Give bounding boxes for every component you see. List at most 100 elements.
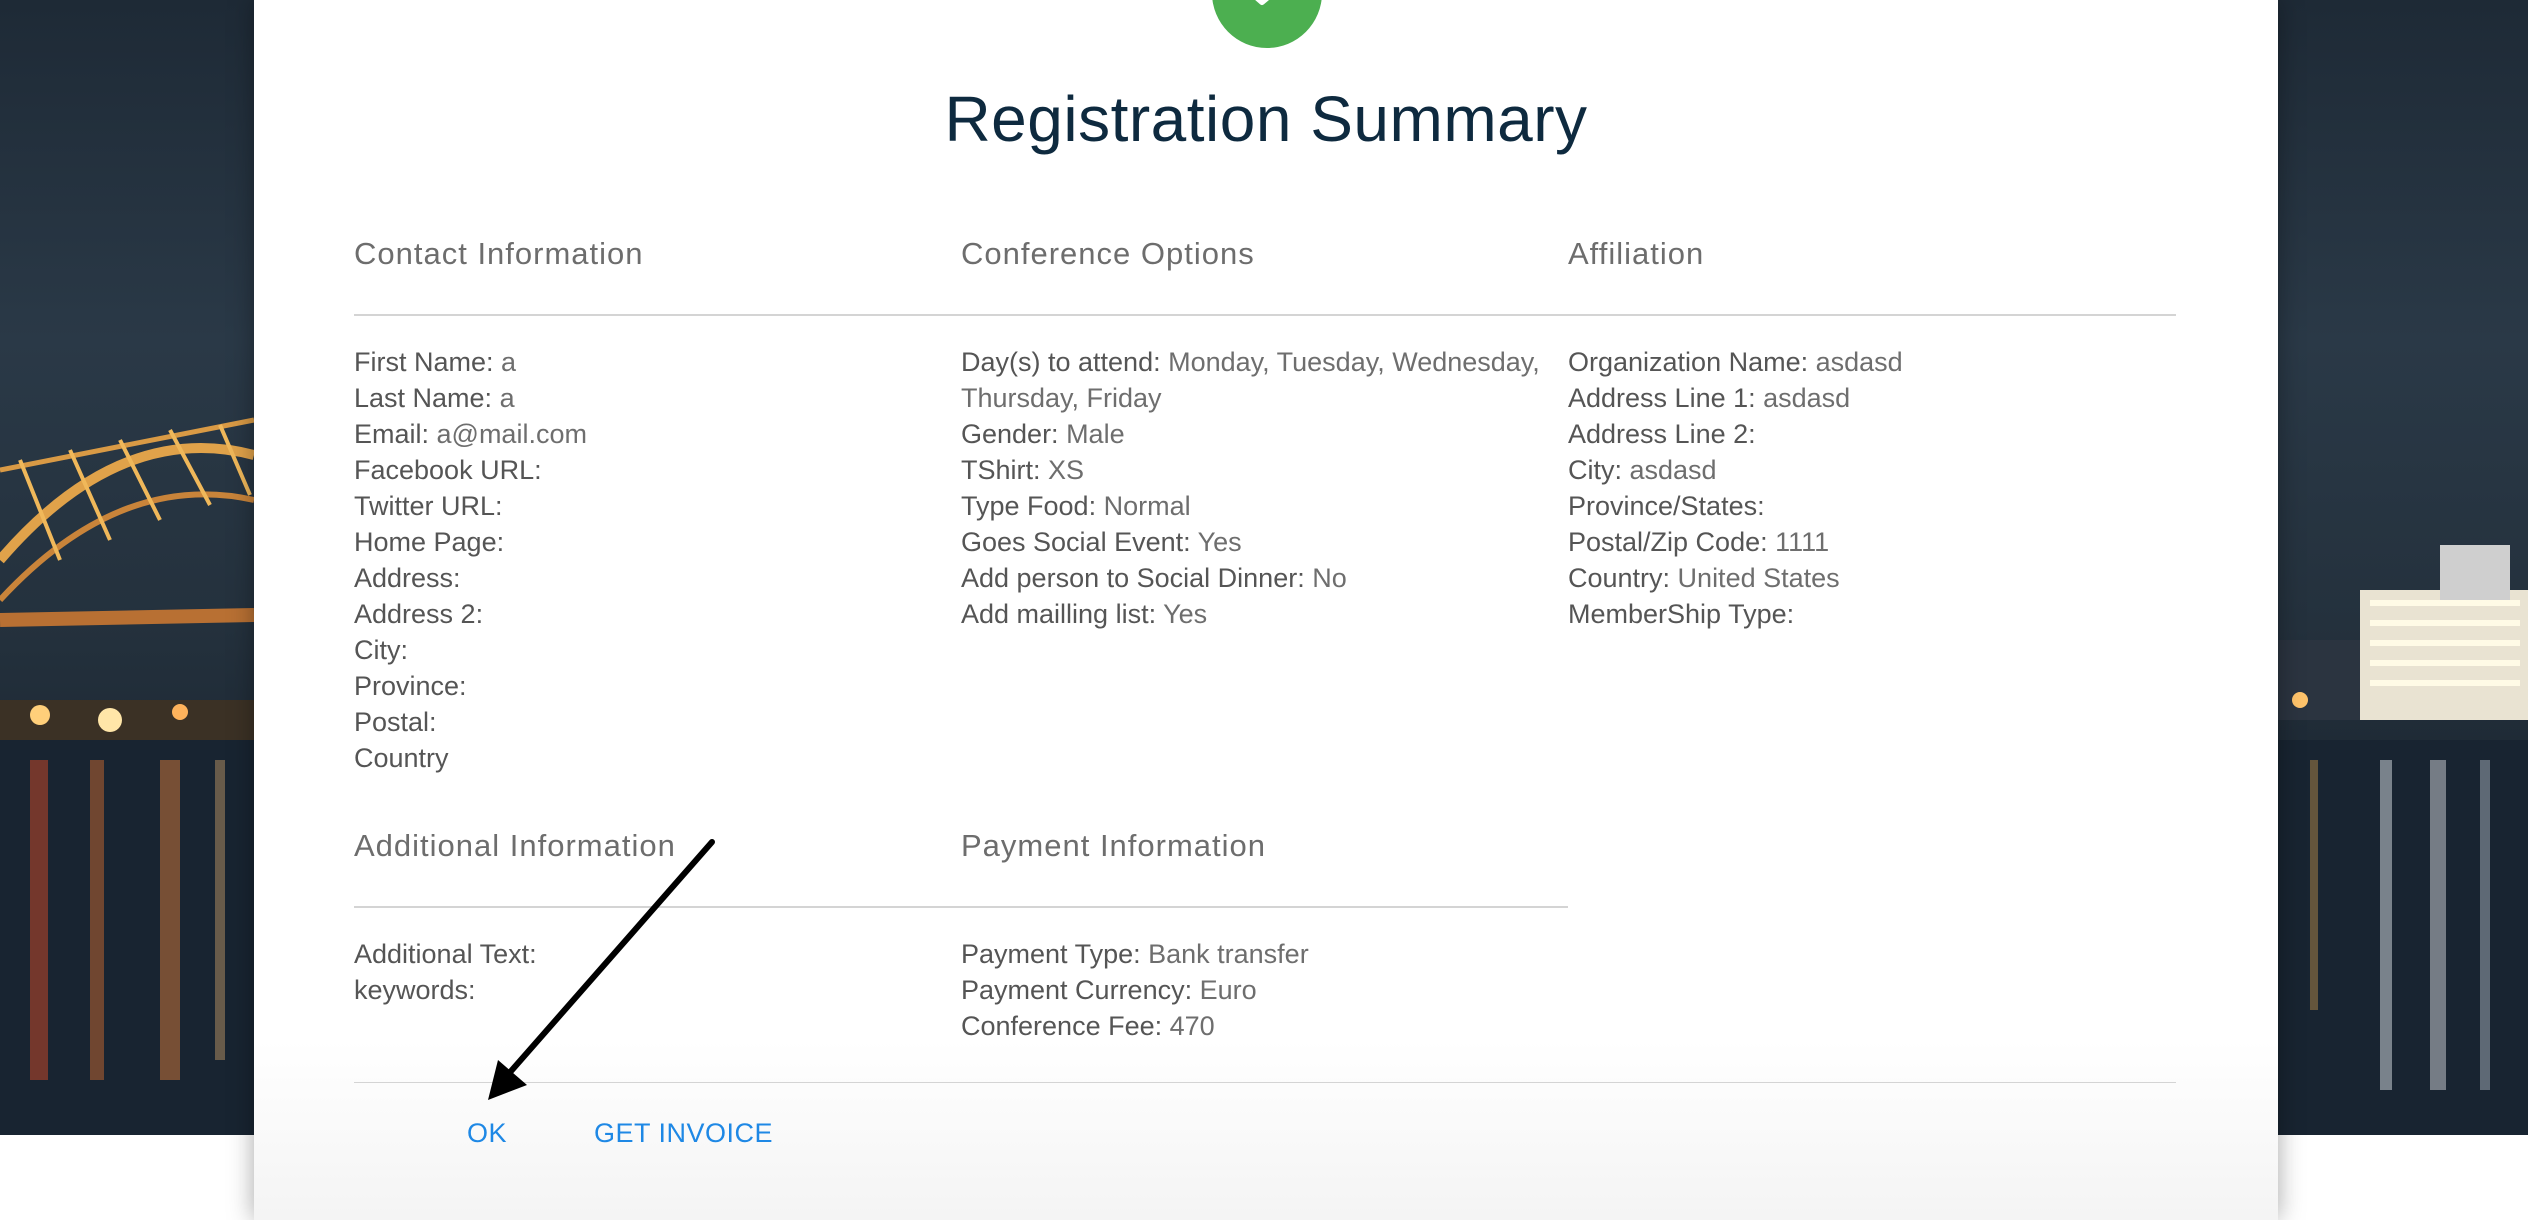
registration-summary-dialog: Registration Summary Contact Information…	[254, 0, 2278, 1220]
section-heading: Payment Information	[961, 828, 1267, 863]
dialog-title: Registration Summary	[944, 83, 1588, 155]
field-value: United States	[1670, 563, 1840, 593]
field-value: 1111	[1767, 527, 1830, 557]
field-value: No	[1304, 563, 1347, 593]
section-heading: Contact Information	[354, 236, 644, 271]
field-label: Add person to Social Dinner:	[961, 563, 1305, 593]
field-value: Yes	[1156, 599, 1208, 629]
field-label: Country	[354, 743, 449, 773]
field-additional-text: Additional Text:	[354, 936, 537, 972]
field-label: Payment Type:	[961, 939, 1141, 969]
field-value: a@mail.com	[429, 419, 587, 449]
field-address-line-2: Address Line 2:	[1568, 416, 1903, 452]
contact-field-list: First Name: a Last Name: a Email: a@mail…	[354, 344, 587, 776]
field-value: Male	[1058, 419, 1125, 449]
field-city: City:	[354, 632, 587, 668]
field-social-event: Goes Social Event: Yes	[961, 524, 1581, 560]
field-conference-fee: Conference Fee: 470	[961, 1008, 1309, 1044]
ok-button[interactable]: OK	[447, 1118, 527, 1149]
field-type-food: Type Food: Normal	[961, 488, 1581, 524]
field-value: 470	[1162, 1011, 1215, 1041]
field-label: Additional Text:	[354, 939, 537, 969]
field-payment-currency: Payment Currency: Euro	[961, 972, 1309, 1008]
field-postal-zip: Postal/Zip Code: 1111	[1568, 524, 1903, 560]
bottom-divider	[354, 1082, 2176, 1083]
field-label: Facebook URL:	[354, 455, 542, 485]
field-membership-type: MemberShip Type:	[1568, 596, 1903, 632]
field-tshirt: TShirt: XS	[961, 452, 1581, 488]
field-value: a	[493, 347, 517, 377]
field-label: Type Food:	[961, 491, 1097, 521]
field-address-line-1: Address Line 1: asdasd	[1568, 380, 1903, 416]
field-last-name: Last Name: a	[354, 380, 587, 416]
field-label: Province:	[354, 671, 467, 701]
middle-divider	[354, 906, 1568, 908]
field-label: Postal:	[354, 707, 437, 737]
field-value: Normal	[1096, 491, 1191, 521]
field-value: a	[492, 383, 515, 413]
field-postal: Postal:	[354, 704, 587, 740]
field-label: Home Page:	[354, 527, 505, 557]
affiliation-field-list: Organization Name: asdasd Address Line 1…	[1568, 344, 1903, 632]
field-label: Organization Name:	[1568, 347, 1809, 377]
field-label: Address:	[354, 563, 461, 593]
field-keywords: keywords:	[354, 972, 537, 1008]
field-label: Address Line 1:	[1568, 383, 1756, 413]
top-divider	[354, 314, 2176, 316]
field-first-name: First Name: a	[354, 344, 587, 380]
field-label: Postal/Zip Code:	[1568, 527, 1768, 557]
field-label: Country:	[1568, 563, 1671, 593]
success-badge	[1212, 0, 1322, 48]
field-payment-type: Payment Type: Bank transfer	[961, 936, 1309, 972]
field-label: Payment Currency:	[961, 975, 1193, 1005]
field-label: Day(s) to attend:	[961, 347, 1161, 377]
field-label: City:	[354, 635, 408, 665]
field-label: keywords:	[354, 975, 476, 1005]
field-social-dinner: Add person to Social Dinner: No	[961, 560, 1581, 596]
get-invoice-button[interactable]: GET INVOICE	[594, 1118, 773, 1149]
field-address: Address:	[354, 560, 587, 596]
field-label: TShirt:	[961, 455, 1041, 485]
field-email: Email: a@mail.com	[354, 416, 587, 452]
field-value: Bank transfer	[1140, 939, 1309, 969]
field-affiliation-city: City: asdasd	[1568, 452, 1903, 488]
field-label: Email:	[354, 419, 430, 449]
field-label: Conference Fee:	[961, 1011, 1163, 1041]
field-label: Twitter URL:	[354, 491, 503, 521]
field-province-states: Province/States:	[1568, 488, 1903, 524]
field-value: Yes	[1190, 527, 1242, 557]
field-label: Address 2:	[354, 599, 484, 629]
field-label: Last Name:	[354, 383, 493, 413]
field-label: Goes Social Event:	[961, 527, 1191, 557]
field-affiliation-country: Country: United States	[1568, 560, 1903, 596]
field-country: Country	[354, 740, 587, 776]
field-value: asdasd	[1808, 347, 1903, 377]
field-label: Province/States:	[1568, 491, 1765, 521]
section-heading: Additional Information	[354, 828, 676, 863]
check-icon	[1255, 0, 1270, 5]
field-province: Province:	[354, 668, 587, 704]
section-heading: Affiliation	[1568, 236, 1705, 271]
dialog-bottom-fade	[254, 1040, 2278, 1220]
field-label: MemberShip Type:	[1568, 599, 1795, 629]
field-home-page: Home Page:	[354, 524, 587, 560]
field-address-2: Address 2:	[354, 596, 587, 632]
field-days-to-attend: Day(s) to attend: Monday, Tuesday, Wedne…	[961, 344, 1581, 416]
conference-field-list: Day(s) to attend: Monday, Tuesday, Wedne…	[961, 344, 1581, 632]
field-mailing-list: Add mailling list: Yes	[961, 596, 1581, 632]
field-label: City:	[1568, 455, 1622, 485]
field-facebook-url: Facebook URL:	[354, 452, 587, 488]
field-label: Add mailling list:	[961, 599, 1157, 629]
field-label: Gender:	[961, 419, 1059, 449]
field-twitter-url: Twitter URL:	[354, 488, 587, 524]
field-value: XS	[1040, 455, 1085, 485]
field-organization-name: Organization Name: asdasd	[1568, 344, 1903, 380]
field-value: asdasd	[1622, 455, 1717, 485]
payment-field-list: Payment Type: Bank transfer Payment Curr…	[961, 936, 1309, 1044]
section-heading: Conference Options	[961, 236, 1255, 271]
field-gender: Gender: Male	[961, 416, 1581, 452]
field-label: Address Line 2:	[1568, 419, 1756, 449]
field-value: asdasd	[1755, 383, 1851, 413]
field-label: First Name:	[354, 347, 494, 377]
additional-field-list: Additional Text: keywords:	[354, 936, 537, 1008]
